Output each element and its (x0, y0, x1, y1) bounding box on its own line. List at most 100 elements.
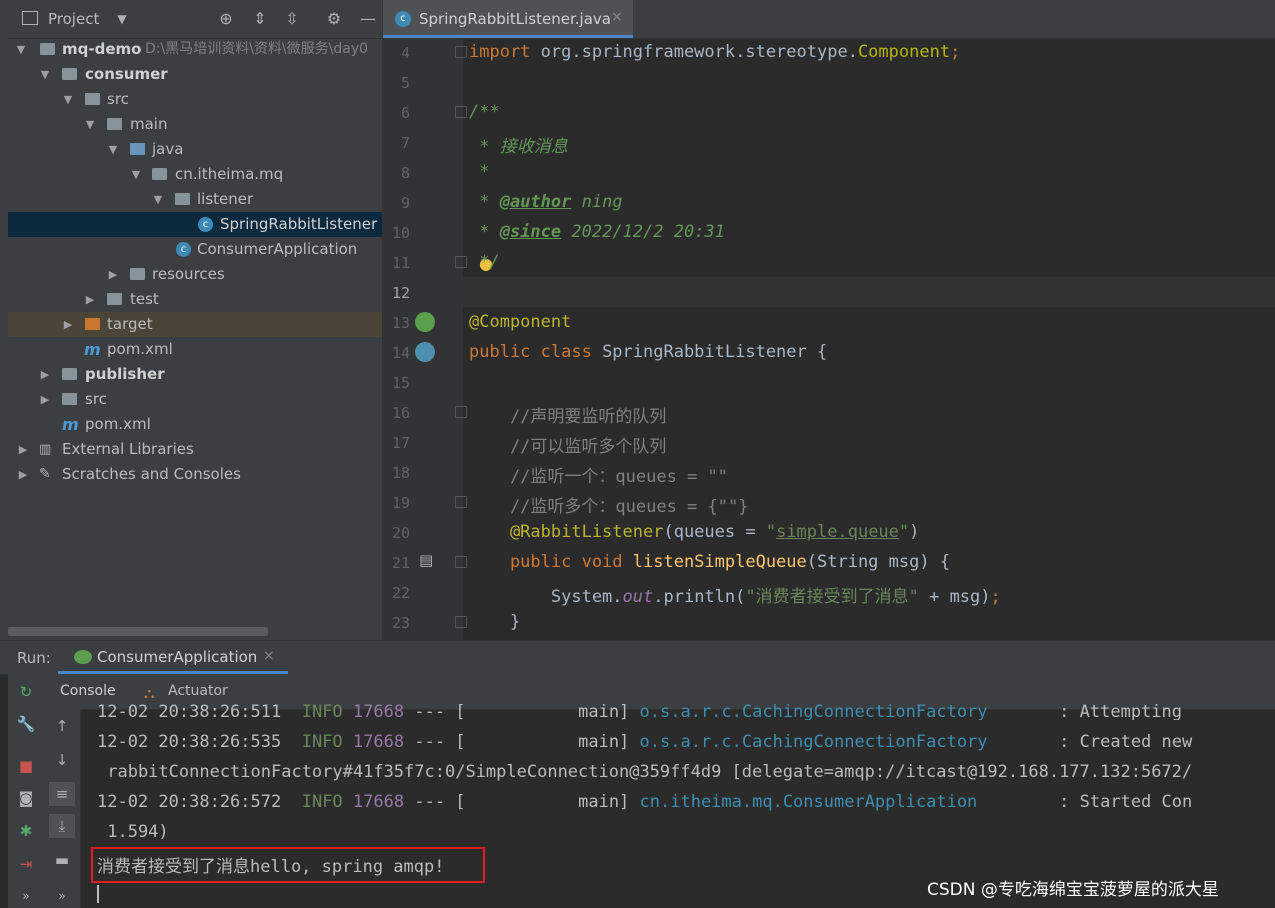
code-line-23[interactable]: } (469, 612, 520, 632)
tree-item-test[interactable]: ▶ test (8, 287, 382, 312)
tree-item-springrabbitlistener[interactable]: c SpringRabbitListener (8, 212, 382, 237)
line-number: 8 (400, 164, 410, 182)
expand-all-icon[interactable]: ⇕ (250, 9, 270, 29)
stop-icon[interactable]: ■ (13, 754, 39, 778)
fold-marker-icon[interactable] (455, 46, 467, 58)
fold-marker-icon[interactable] (455, 556, 467, 568)
exit-icon[interactable]: ⇥ (13, 852, 39, 876)
libraries-icon: ▥ (39, 442, 52, 457)
tree-item-listener[interactable]: ▼ listener (8, 187, 382, 212)
camera-icon[interactable]: ◙ (13, 786, 39, 810)
fold-marker-icon[interactable] (455, 616, 467, 628)
collapse-all-icon[interactable]: ⇳ (282, 9, 302, 29)
implementation-icon[interactable]: ▤ (419, 551, 433, 569)
module-folder-icon (62, 368, 77, 380)
tree-item-publisher[interactable]: ▶ publisher (8, 362, 382, 387)
run-label: Run: (17, 649, 51, 667)
code-line-22[interactable]: System.out.println("消费者接受到了消息" + msg); (469, 582, 1001, 607)
tree-item-pom-consumer[interactable]: m pom.xml (8, 337, 382, 362)
code-line-11[interactable]: */ (469, 252, 499, 272)
code-line-4[interactable]: import org.springframework.stereotype.Co… (469, 42, 960, 62)
tab-springrabbitlistener[interactable]: c SpringRabbitListener.java × (383, 0, 633, 38)
bean-icon[interactable] (415, 312, 435, 332)
line-number: 20 (391, 524, 410, 542)
gear-icon[interactable]: ⚙ (324, 9, 344, 29)
excluded-folder-icon (85, 318, 100, 330)
folder-icon (62, 393, 77, 405)
editor-tab-bar: c SpringRabbitListener.java × (383, 0, 1275, 39)
more-icon[interactable]: » (13, 884, 39, 908)
tab-consumerapplication[interactable]: ConsumerApplication × (58, 641, 288, 674)
chevron-down-icon[interactable]: ▼ (112, 9, 132, 29)
code-line-13[interactable]: @Component (469, 312, 571, 332)
scroll-to-end-icon[interactable]: ⤓ (49, 814, 75, 838)
resources-folder-icon (130, 268, 145, 280)
fold-marker-icon[interactable] (455, 106, 467, 118)
code-line-6[interactable]: /** (469, 102, 500, 122)
close-icon[interactable]: × (263, 648, 275, 664)
package-icon (175, 193, 190, 205)
tree-item-pom-root[interactable]: m pom.xml (8, 412, 382, 437)
locate-icon[interactable]: ⊕ (216, 9, 236, 29)
line-number: 10 (391, 224, 410, 242)
tree-item-package[interactable]: ▼ cn.itheima.mq (8, 162, 382, 187)
fold-marker-icon[interactable] (455, 256, 467, 268)
line-number: 12 (391, 284, 410, 302)
spring-boot-icon (74, 650, 92, 664)
code-line-21[interactable]: public void listenSimpleQueue(String msg… (469, 552, 950, 572)
line-number: 13 (391, 314, 410, 332)
project-view-icon (22, 11, 38, 25)
code-line-19[interactable]: //监听多个：queues = {""} (469, 492, 749, 517)
hide-panel-icon[interactable]: — (358, 9, 378, 29)
tree-item-mq-demo[interactable]: ▼ mq-demo D:\黑马培训资料\资料\微服务\day0 (8, 37, 382, 62)
tree-item-consumerapplication[interactable]: c ConsumerApplication (8, 237, 382, 262)
folder-icon (107, 118, 122, 130)
tree-item-consumer[interactable]: ▼ consumer (8, 62, 382, 87)
console-line: 12-02 20:38:26:535 INFO 17668 --- [ main… (97, 732, 1193, 752)
code-line-14[interactable]: public class SpringRabbitListener { (469, 342, 827, 362)
spring-bean-icon[interactable] (415, 342, 435, 362)
wrench-icon[interactable]: 🔧 (13, 712, 39, 736)
debug-bug-icon[interactable]: ✱ (13, 819, 39, 843)
line-number: 6 (400, 104, 410, 122)
run-toolbar-primary: ↻ 🔧 ■ ◙ ✱ ⇥ » (8, 674, 44, 908)
maven-icon: m (84, 340, 101, 359)
console-line: 12-02 20:38:26:572 INFO 17668 --- [ main… (97, 792, 1193, 812)
print-icon[interactable]: ▬ (49, 848, 75, 872)
code-line-9[interactable]: * @author ning (469, 192, 622, 212)
run-panel-header: Run: ConsumerApplication × (0, 641, 1275, 675)
arrow-down-icon[interactable]: ↓ (49, 748, 75, 772)
horizontal-scrollbar[interactable] (8, 627, 268, 636)
tree-item-main[interactable]: ▼ main (8, 112, 382, 137)
line-number: 16 (391, 404, 410, 422)
close-icon[interactable]: × (611, 9, 623, 25)
line-number: 5 (400, 74, 410, 92)
rerun-icon[interactable]: ↻ (13, 680, 39, 704)
actuator-icon: ⛬ (144, 684, 155, 702)
code-line-20[interactable]: @RabbitListener(queues = "simple.queue") (469, 522, 919, 542)
code-line-10[interactable]: * @since 2022/12/2 20:31 (469, 222, 725, 242)
code-editor: c SpringRabbitListener.java × 4 5 6 7 8 … (383, 0, 1275, 640)
tree-item-src[interactable]: ▼ src (8, 87, 382, 112)
tree-item-external-libraries[interactable]: ▶ ▥ External Libraries (8, 437, 382, 462)
code-line-17[interactable]: //可以监听多个队列 (469, 432, 666, 457)
code-line-16[interactable]: //声明要监听的队列 (469, 402, 666, 427)
code-line-8[interactable]: * (469, 162, 489, 182)
fold-marker-icon[interactable] (455, 406, 467, 418)
tree-item-java[interactable]: ▼ java (8, 137, 382, 162)
project-title[interactable]: Project (48, 10, 99, 28)
tree-item-resources[interactable]: ▶ resources (8, 262, 382, 287)
arrow-up-icon[interactable]: ↑ (49, 714, 75, 738)
watermark: CSDN @专吃海绵宝宝菠萝屋的派大星 (927, 880, 1219, 900)
tree-item-target[interactable]: ▶ target (8, 312, 382, 337)
soft-wrap-icon[interactable]: ≡ (49, 782, 75, 806)
line-number: 4 (400, 44, 410, 62)
tree-item-src-root[interactable]: ▶ src (8, 387, 382, 412)
fold-marker-icon[interactable] (455, 496, 467, 508)
tree-item-scratches[interactable]: ▶ ✎ Scratches and Consoles (8, 462, 382, 487)
more-icon[interactable]: » (49, 884, 75, 908)
code-line-7[interactable]: * 接收消息 (469, 132, 567, 157)
line-number: 15 (391, 374, 410, 392)
project-panel: Project ▼ ⊕ ⇕ ⇳ ⚙ — ▼ mq-demo D:\黑马培训资料\… (8, 0, 383, 640)
code-line-18[interactable]: //监听一个：queues = "" (469, 462, 728, 487)
